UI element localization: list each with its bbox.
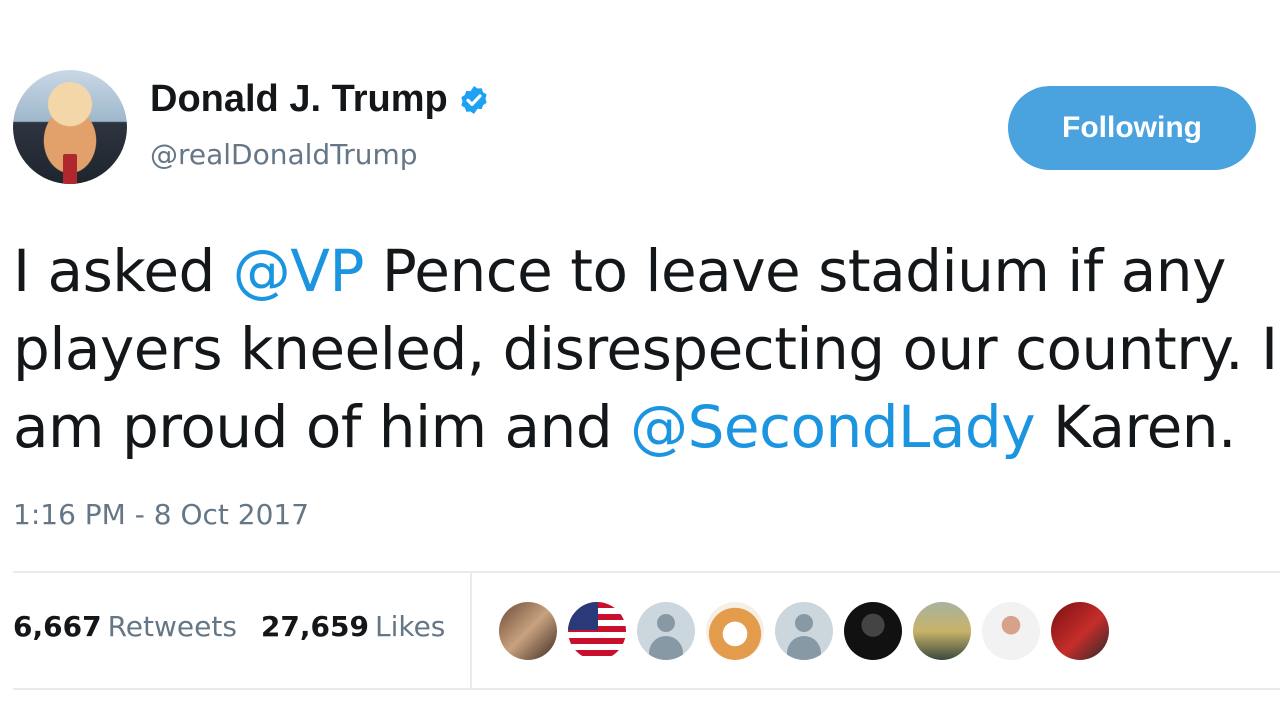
figure-avatar-icon[interactable] xyxy=(982,602,1040,660)
tweet-stats: 6,667 Retweets 27,659 Likes xyxy=(13,610,445,643)
divider-bottom xyxy=(13,688,1280,690)
mention-link-vp[interactable]: @VP xyxy=(233,237,365,305)
verified-badge-icon xyxy=(458,84,490,116)
avatar-tie-detail xyxy=(63,154,77,184)
flag-avatar-icon[interactable] xyxy=(568,602,626,660)
author-avatar[interactable] xyxy=(13,70,127,184)
likers-avatars xyxy=(499,602,1109,660)
default-avatar-icon[interactable] xyxy=(775,602,833,660)
divider-top xyxy=(13,571,1280,573)
retweets-label: Retweets xyxy=(107,610,237,643)
dog-avatar-icon[interactable] xyxy=(706,602,764,660)
red-avatar-icon[interactable] xyxy=(1051,602,1109,660)
likes-label: Likes xyxy=(374,610,446,643)
retweets-stat[interactable]: 6,667 Retweets xyxy=(13,610,237,643)
mention-link-secondlady[interactable]: @SecondLady xyxy=(630,393,1035,461)
likes-stat[interactable]: 27,659 Likes xyxy=(261,610,445,643)
retweets-count: 6,667 xyxy=(13,610,102,643)
author-name[interactable]: Donald J. Trump xyxy=(150,78,448,121)
following-button[interactable]: Following xyxy=(1008,86,1256,170)
tweet-text-segment: I asked xyxy=(13,237,233,305)
author-handle[interactable]: @realDonaldTrump xyxy=(150,138,418,171)
stats-separator xyxy=(470,573,472,688)
group-avatar-icon[interactable] xyxy=(913,602,971,660)
tweet-text-segment: Karen. xyxy=(1035,393,1237,461)
photo-avatar-icon[interactable] xyxy=(499,602,557,660)
dark-avatar-icon[interactable] xyxy=(844,602,902,660)
default-avatar-icon[interactable] xyxy=(637,602,695,660)
tweet-timestamp[interactable]: 1:16 PM - 8 Oct 2017 xyxy=(13,498,309,531)
tweet-text: I asked @VP Pence to leave stadium if an… xyxy=(13,232,1278,466)
author-name-row: Donald J. Trump xyxy=(150,78,490,121)
likes-count: 27,659 xyxy=(260,610,369,643)
